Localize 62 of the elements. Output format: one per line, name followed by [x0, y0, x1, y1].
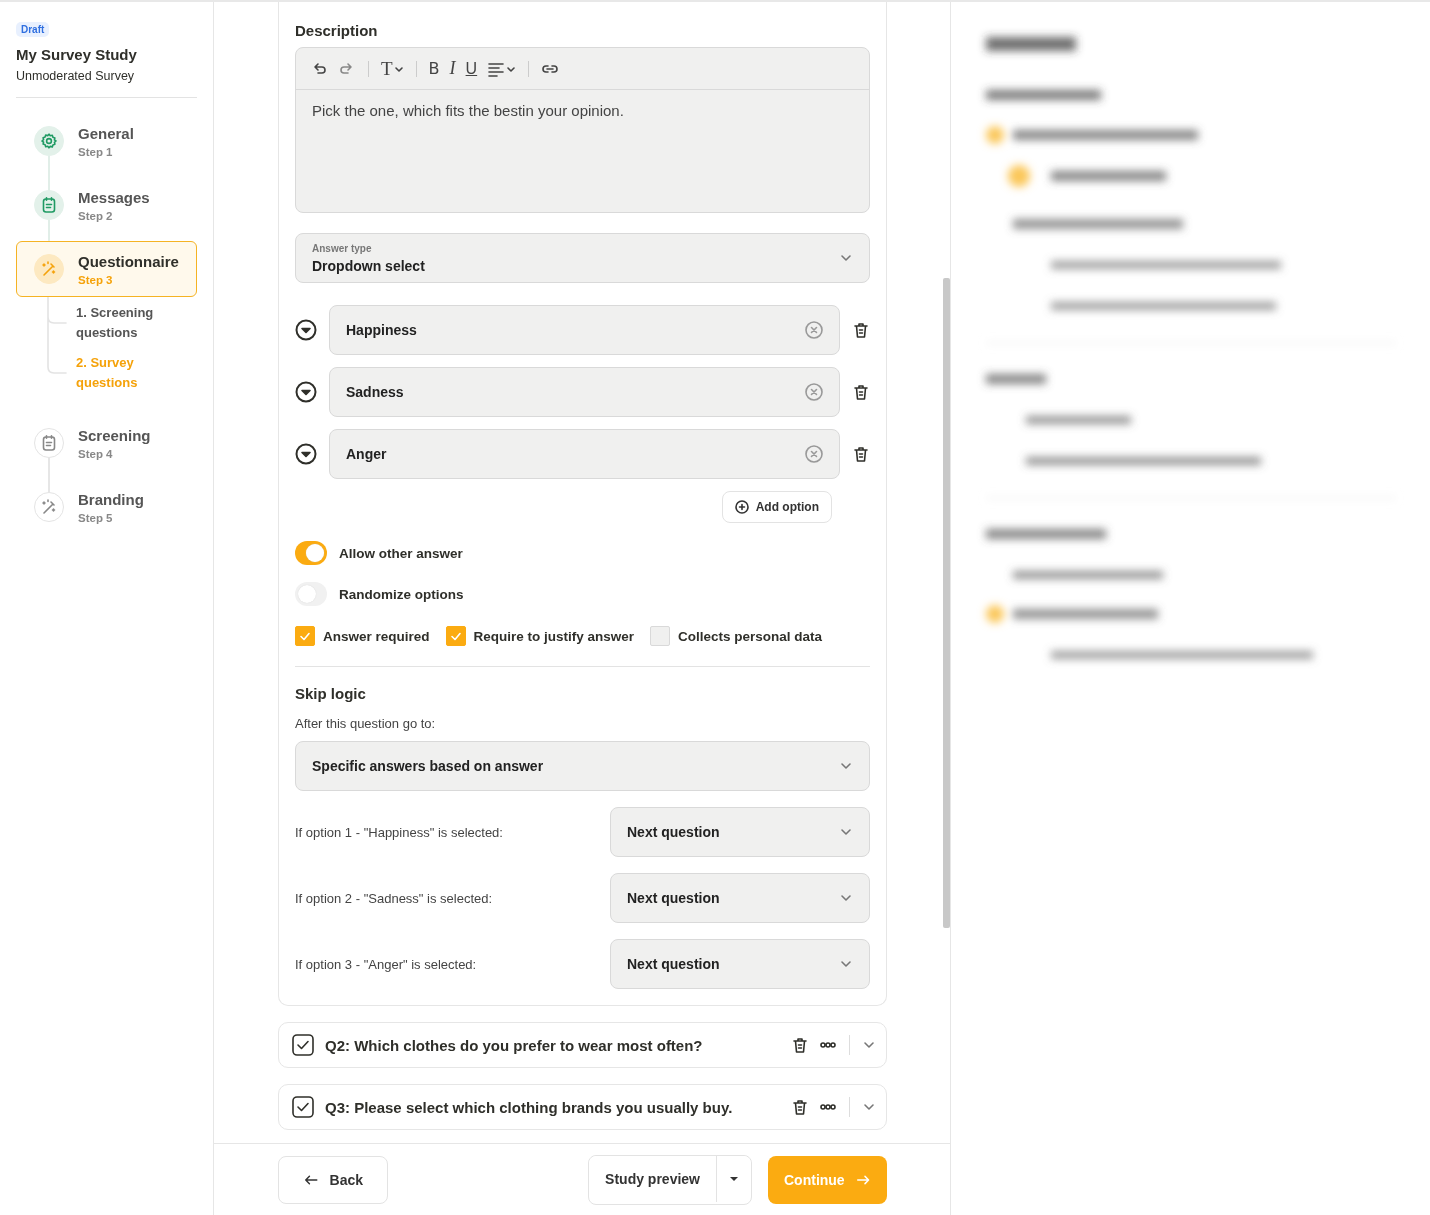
- target-select[interactable]: Next question: [610, 807, 870, 857]
- study-title: My Survey Study: [16, 46, 138, 63]
- checkbox-label: Collects personal data: [678, 628, 823, 644]
- section-title: Skip logic: [295, 685, 367, 702]
- trash-icon[interactable]: [852, 321, 870, 339]
- collapsed-question[interactable]: Q3: Please select which clothing brands you usually buy.: [278, 1084, 887, 1130]
- dropdown-circle-icon[interactable]: [295, 319, 317, 341]
- rule-condition: If option 2 - "Sadness" is selected:: [295, 890, 493, 906]
- toggle-switch[interactable]: [295, 541, 327, 565]
- question-title: Q2: Which clothes do you prefer to wear most often?: [325, 1036, 704, 1054]
- collapsed-question[interactable]: Q2: Which clothes do you prefer to wear most often?: [278, 1022, 887, 1068]
- toggle-label: Allow other answer: [339, 545, 463, 561]
- checkbox-label: Require to justify answer: [473, 628, 635, 644]
- clipboard-icon: [40, 196, 58, 214]
- trash-icon[interactable]: [852, 383, 870, 401]
- checkbox[interactable]: [650, 626, 671, 646]
- toggle-label: Randomize options: [339, 586, 464, 602]
- substep-link[interactable]: 1. Screening questions: [76, 303, 166, 343]
- step-item[interactable]: Screening Step 4: [16, 415, 197, 471]
- gear-icon: [40, 132, 58, 150]
- caret-down-icon: [729, 1175, 739, 1182]
- target-select[interactable]: Next question: [610, 873, 870, 923]
- option-field[interactable]: Anger: [329, 429, 840, 479]
- question-title: Q3: Please select which clothing brands you usually buy.: [325, 1098, 734, 1116]
- step-item[interactable]: Messages Step 2: [16, 177, 197, 233]
- step-item[interactable]: Questionnaire Step 3: [16, 241, 197, 297]
- add-option-button[interactable]: Add option: [721, 491, 832, 523]
- option-field[interactable]: Sadness: [329, 367, 840, 417]
- plus-circle-icon: [734, 500, 749, 514]
- bold-button[interactable]: B: [428, 59, 440, 78]
- text-style-button[interactable]: T: [381, 57, 404, 80]
- step-item[interactable]: General Step 1: [16, 113, 197, 169]
- field-label: Description: [295, 22, 379, 39]
- trash-icon[interactable]: [791, 1098, 809, 1116]
- rich-text-editor[interactable]: T B I U Pick the one, which fits the bestin your opinion.: [295, 47, 870, 213]
- checkbox-checked-icon[interactable]: [291, 1095, 315, 1119]
- checkbox[interactable]: [295, 626, 315, 646]
- target-select[interactable]: Next question: [610, 939, 870, 989]
- rule-condition: If option 1 - "Happiness" is selected:: [295, 824, 503, 840]
- trash-icon[interactable]: [791, 1036, 809, 1054]
- description-text: Pick the one, which fits the bestin your opinion.: [311, 101, 625, 121]
- clipboard-icon: [40, 434, 58, 452]
- magic-wand-icon: [40, 260, 58, 278]
- italic-button[interactable]: I: [449, 58, 456, 79]
- dropdown-circle-icon[interactable]: [295, 443, 317, 465]
- step-item[interactable]: Branding Step 5: [16, 479, 197, 535]
- skip-logic-prompt: After this question go to:: [295, 716, 437, 731]
- back-button[interactable]: Back: [278, 1155, 388, 1204]
- scrollbar-thumb[interactable]: [943, 278, 950, 928]
- answer-type-select[interactable]: Answer type Dropdown select: [295, 233, 870, 283]
- rule-condition: If option 3 - "Anger" is selected:: [295, 956, 477, 972]
- status-badge: Draft: [16, 22, 50, 37]
- trash-icon[interactable]: [852, 445, 870, 463]
- magic-wand-icon: [40, 498, 58, 516]
- skip-mode-select[interactable]: Specific answers based on answer: [295, 741, 870, 791]
- underline-button[interactable]: U: [465, 59, 478, 78]
- study-type: Unmoderated Survey: [16, 69, 197, 98]
- option-field[interactable]: Happiness: [329, 305, 840, 355]
- checkbox[interactable]: [445, 626, 466, 646]
- checkbox-label: Answer required: [323, 628, 430, 644]
- dropdown-circle-icon[interactable]: [295, 381, 317, 403]
- checkbox-checked-icon[interactable]: [291, 1033, 315, 1057]
